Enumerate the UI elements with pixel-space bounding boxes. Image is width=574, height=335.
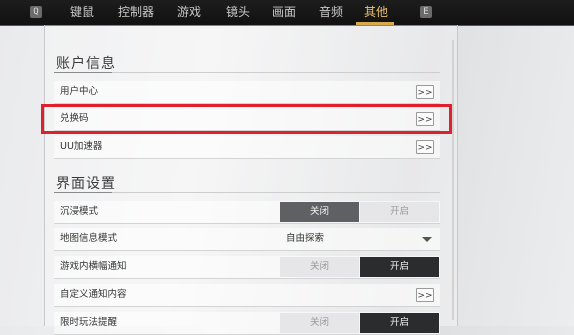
section-divider: [54, 72, 112, 73]
row-banner-notification: 游戏内横幅通知 关闭 开启: [54, 256, 440, 279]
section-title-interface: 界面设置: [56, 176, 116, 192]
row-map-info-mode: 地图信息模式 自由探索: [54, 228, 440, 251]
open-custom-notification-button[interactable]: >>: [416, 288, 434, 302]
tab-controller[interactable]: 控制器: [118, 0, 154, 25]
section-divider: [112, 192, 440, 193]
q-key-hint-icon[interactable]: Q: [30, 6, 42, 18]
tab-audio[interactable]: 音频: [319, 0, 343, 25]
row-label: 用户中心: [60, 86, 99, 97]
row-label: 游戏内横幅通知: [60, 261, 127, 272]
dropdown-value: 自由探索: [286, 233, 325, 244]
tab-keyboard-mouse[interactable]: 键鼠: [70, 0, 94, 25]
row-immersive-mode: 沉浸模式 关闭 开启: [54, 201, 440, 224]
e-key-hint-icon[interactable]: E: [420, 6, 432, 18]
tab-graphics[interactable]: 画面: [272, 0, 296, 25]
open-uu-accelerator-button[interactable]: >>: [416, 140, 434, 154]
row-user-center[interactable]: 用户中心 >>: [54, 81, 440, 104]
row-label: UU加速器: [60, 141, 103, 152]
section-divider: [54, 192, 112, 193]
open-redeem-code-button[interactable]: >>: [416, 112, 434, 126]
reminder-on-option[interactable]: 开启: [360, 313, 439, 333]
row-label: 兑换码: [60, 113, 89, 124]
scrollbar-track[interactable]: [452, 40, 454, 320]
banner-off-option[interactable]: 关闭: [280, 257, 359, 277]
map-info-mode-dropdown[interactable]: 自由探索: [280, 229, 440, 249]
tab-camera[interactable]: 镜头: [226, 0, 250, 25]
immersive-off-option[interactable]: 关闭: [280, 202, 359, 222]
row-label: 地图信息模式: [60, 233, 118, 244]
chevron-down-icon: [422, 237, 432, 242]
row-custom-notification[interactable]: 自定义通知内容 >>: [54, 284, 440, 307]
open-user-center-button[interactable]: >>: [416, 85, 434, 99]
top-nav-bar: Q 键鼠 控制器 游戏 镜头 画面 音频 其他 E: [0, 0, 574, 26]
row-label: 自定义通知内容: [60, 289, 127, 300]
section-divider: [112, 72, 440, 73]
row-uu-accelerator[interactable]: UU加速器 >>: [54, 136, 440, 159]
banner-on-option[interactable]: 开启: [360, 257, 439, 277]
reminder-off-option[interactable]: 关闭: [280, 313, 359, 333]
tab-game[interactable]: 游戏: [177, 0, 201, 25]
row-label: 限时玩法提醒: [60, 317, 118, 328]
row-redeem-code[interactable]: 兑换码 >>: [54, 108, 440, 131]
immersive-on-option[interactable]: 开启: [360, 202, 439, 222]
row-limited-time-reminder: 限时玩法提醒 关闭 开启: [54, 312, 440, 335]
row-label: 沉浸模式: [60, 206, 99, 217]
section-title-account: 账户信息: [56, 56, 116, 72]
